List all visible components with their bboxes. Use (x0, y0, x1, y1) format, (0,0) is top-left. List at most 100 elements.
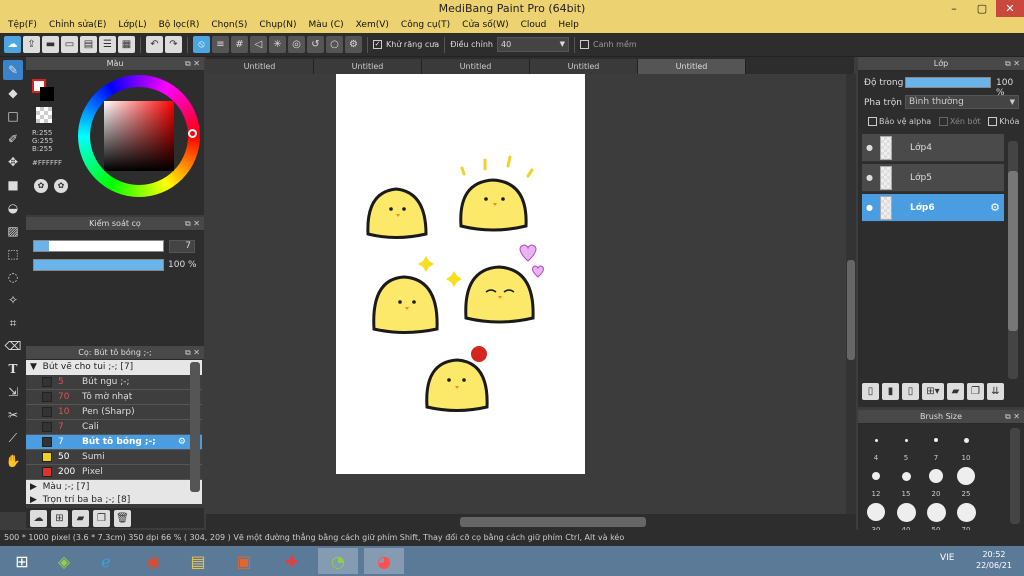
brush-size-preset[interactable] (957, 467, 975, 485)
rectangle-tool-icon[interactable]: □ (3, 106, 23, 126)
monitor-icon[interactable]: ▭ (61, 36, 78, 53)
bucket-tool-icon[interactable]: ◒ (3, 198, 23, 218)
folder-icon[interactable]: ▰ (72, 510, 89, 527)
clip-checkbox[interactable] (938, 117, 948, 126)
internet-explorer-icon[interactable]: ℯ (86, 548, 126, 574)
adjust-dropdown[interactable]: 40 ▼ (496, 37, 569, 52)
brush-size-scrollbar[interactable] (1010, 428, 1020, 524)
duplicate-layer-icon[interactable]: ❐ (967, 383, 984, 400)
vertical-scroll-thumb[interactable] (847, 260, 855, 360)
eyedropper-icon[interactable]: ⟋ (3, 428, 23, 448)
brush-item[interactable]: 5 Bút ngu ;-; (26, 375, 202, 390)
brush-size-preset[interactable] (867, 503, 885, 521)
brush-size-preset[interactable] (874, 438, 878, 442)
palette-settings-icon[interactable]: ✿ (54, 179, 68, 193)
grid-icon[interactable]: ▦ (118, 36, 135, 53)
radial-snap-icon[interactable]: ✳ (269, 36, 286, 53)
brush-tool-icon[interactable]: ✎ (3, 60, 23, 80)
undo-icon[interactable]: ↶ (146, 36, 163, 53)
medibang-icon[interactable]: ◕ (364, 548, 404, 574)
brush-item[interactable]: 200 Pixel (26, 465, 202, 480)
brush-size-preset[interactable] (926, 502, 946, 522)
share-icon[interactable]: ⇪ (23, 36, 40, 53)
move-tool-icon[interactable]: ✥ (3, 152, 23, 172)
menu-layer[interactable]: Lớp(L) (112, 17, 152, 33)
cross-snap-icon[interactable]: # (231, 36, 248, 53)
brush-size-preset[interactable] (929, 469, 943, 483)
brush-opacity-slider[interactable] (33, 259, 164, 271)
operation-tool-icon[interactable]: ⇲ (3, 382, 23, 402)
menu-snap[interactable]: Chụp(N) (253, 17, 302, 33)
ellipse-snap-icon[interactable]: ○ (326, 36, 343, 53)
layer-scrollbar[interactable] (1008, 141, 1018, 379)
brush-size-preset[interactable] (901, 471, 911, 481)
new-layer-8bit-icon[interactable]: ▮ (882, 383, 899, 400)
app-icon[interactable]: ✚ (272, 548, 312, 574)
select-eraser-icon[interactable]: ⌫ (3, 336, 23, 356)
menu-color[interactable]: Màu (C) (303, 17, 350, 33)
curve-snap-icon[interactable]: ↺ (307, 36, 324, 53)
hue-handle[interactable] (188, 129, 197, 138)
menu-help[interactable]: Help (552, 17, 585, 33)
tab-untitled-active[interactable]: Untitled (638, 59, 746, 74)
layer-item[interactable]: ● Lớp4 (862, 134, 1004, 162)
layer-item[interactable]: ● Lớp5 (862, 164, 1004, 192)
antialias-checkbox[interactable]: ✓ (373, 40, 382, 49)
brush-item[interactable]: 50 Sumi (26, 450, 202, 465)
tab-untitled[interactable]: Untitled (530, 59, 638, 74)
brush-group[interactable]: ▶ Trọn trí ba ba ;-; [8] (26, 495, 202, 504)
menu-select[interactable]: Chọn(S) (205, 17, 253, 33)
lock-checkbox[interactable] (988, 117, 998, 126)
menu-edit[interactable]: Chỉnh sửa(E) (43, 17, 112, 33)
parallel-snap-icon[interactable]: ≡ (212, 36, 229, 53)
gradient-tool-icon[interactable]: ▨ (3, 221, 23, 241)
layer-item-selected[interactable]: ● Lớp6 ⚙ (862, 194, 1004, 222)
palette-icon[interactable]: ✿ (34, 179, 48, 193)
brush-item[interactable]: 70 Tô mờ nhạt (26, 390, 202, 405)
hue-wheel[interactable] (78, 75, 200, 197)
eye-icon[interactable]: ● (866, 173, 873, 182)
horizontal-scroll-thumb[interactable] (460, 517, 646, 527)
menu-view[interactable]: Xem(V) (350, 17, 395, 33)
menu-tools[interactable]: Công cụ(T) (395, 17, 456, 33)
comment-icon[interactable]: ▬ (42, 36, 59, 53)
panel-close-icon[interactable]: ⧉ ✕ (185, 217, 200, 231)
vertical-scrollbar[interactable] (846, 74, 856, 514)
folder-icon[interactable]: ▰ (947, 383, 964, 400)
brush-size-preset[interactable] (896, 502, 916, 522)
brush-size-preset[interactable] (963, 437, 969, 443)
panel-close-icon[interactable]: ⧉ ✕ (1005, 410, 1020, 424)
panel-close-icon[interactable]: ⧉ ✕ (1005, 57, 1020, 71)
brush-list-scrollbar[interactable] (190, 362, 200, 492)
eye-icon[interactable]: ● (866, 203, 873, 212)
menu-filter[interactable]: Bộ lọc(R) (153, 17, 206, 33)
brush-size-preset[interactable] (872, 472, 880, 480)
fill-shape-tool-icon[interactable]: ■ (3, 175, 23, 195)
brush-item[interactable]: 10 Pen (Sharp) (26, 405, 202, 420)
chrome-icon[interactable]: ◉ (134, 548, 174, 574)
select-rect-icon[interactable]: ⬚ (3, 244, 23, 264)
transparent-swatch[interactable] (36, 107, 52, 123)
magic-wand-icon[interactable]: ✧ (3, 290, 23, 310)
tab-untitled[interactable]: Untitled (422, 59, 530, 74)
brush-item[interactable]: 7 Cali (26, 420, 202, 435)
secondary-color-swatch[interactable] (40, 87, 54, 101)
trash-icon[interactable]: 🗑 (114, 510, 131, 527)
brush-size-slider[interactable] (33, 240, 164, 252)
brush-size-preset[interactable] (934, 438, 938, 442)
menu-cloud[interactable]: Cloud (515, 17, 553, 33)
maximize-button[interactable]: ▢ (968, 0, 996, 17)
bluestacks-icon[interactable]: ◈ (44, 548, 84, 574)
list-icon[interactable]: ☰ (99, 36, 116, 53)
gear-icon[interactable]: ⚙ (990, 201, 1000, 214)
brush-size-preset[interactable] (956, 502, 976, 522)
hand-tool-icon[interactable]: ✋ (3, 451, 23, 471)
document-icon[interactable]: ▤ (80, 36, 97, 53)
redo-icon[interactable]: ↷ (165, 36, 182, 53)
new-layer-icon[interactable]: ▯ (862, 383, 879, 400)
brush-group[interactable]: ▼ Bút vẽ cho tui ;-; [7] (26, 360, 202, 375)
copy-icon[interactable]: ❐ (93, 510, 110, 527)
soft-edge-checkbox[interactable] (579, 40, 589, 49)
tab-untitled[interactable]: Untitled (314, 59, 422, 74)
cloud-icon[interactable]: ☁ (4, 36, 21, 53)
